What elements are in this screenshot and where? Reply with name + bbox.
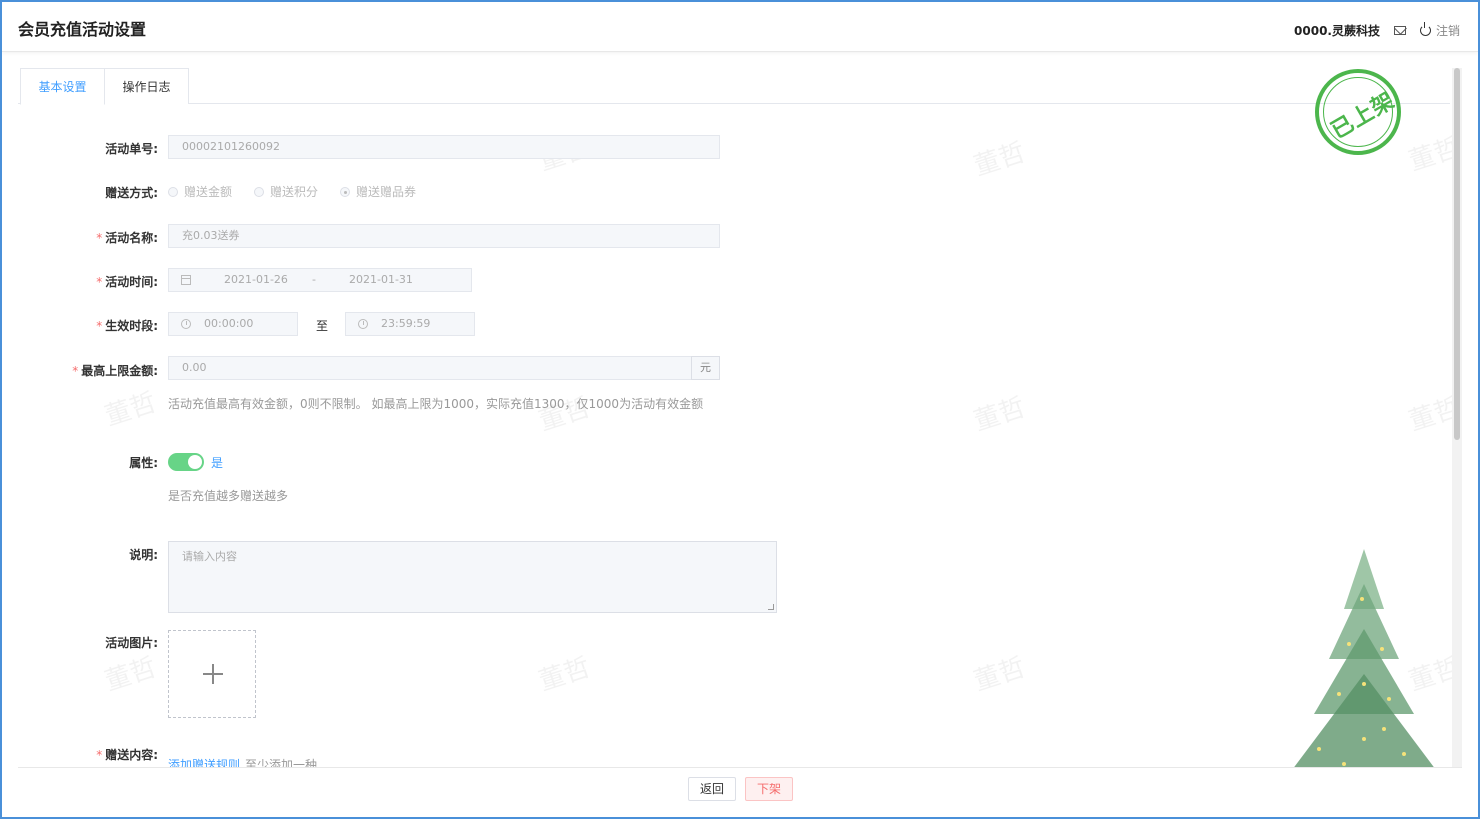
top-header: 会员充值活动设置 0000.灵蕨科技 注销	[2, 2, 1478, 52]
header-actions: 0000.灵蕨科技 注销	[1294, 22, 1460, 39]
max-amount-hint: 活动充值最高有效金额，0则不限制。 如最高上限为1000，实际充值1300，仅1…	[168, 397, 704, 411]
end-time-picker[interactable]: 23:59:59	[345, 312, 475, 336]
required-mark: *	[96, 319, 103, 333]
app-window: 会员充值活动设置 0000.灵蕨科技 注销 董哲 董哲 董哲 董哲 董哲 董哲 …	[0, 0, 1480, 819]
activity-time-label: * 活动时间:	[96, 275, 158, 289]
company-name: 0000.灵蕨科技	[1294, 24, 1380, 38]
effective-period-label: * 生效时段:	[96, 319, 158, 333]
main-content: 董哲 董哲 董哲 董哲 董哲 董哲 董哲 董哲 董哲 董哲 董哲 基本设置 操作…	[18, 64, 1462, 767]
attribute-toggle[interactable]	[168, 453, 204, 471]
gift-method-label: 赠送方式:	[105, 186, 158, 200]
tab-operation-log[interactable]: 操作日志	[104, 68, 189, 104]
plus-icon	[203, 664, 223, 684]
currency-unit: 元	[691, 356, 720, 380]
image-upload-button[interactable]	[168, 630, 256, 718]
attribute-hint: 是否充值越多赠送越多	[168, 489, 289, 503]
clock-icon	[181, 319, 191, 329]
back-button[interactable]: 返回	[688, 777, 736, 801]
date-start: 2021-01-26	[224, 273, 288, 286]
radio-circle-icon	[254, 186, 265, 197]
date-separator: -	[312, 273, 316, 286]
max-amount-input[interactable]: 0.00	[168, 356, 692, 380]
take-offline-button[interactable]: 下架	[745, 777, 793, 801]
resize-grip-icon[interactable]	[768, 604, 774, 610]
activity-name-label: * 活动名称:	[96, 231, 158, 245]
page-title: 会员充值活动设置	[18, 20, 147, 39]
max-amount-label: * 最高上限金额:	[72, 364, 158, 378]
scrollbar-thumb[interactable]	[1454, 68, 1460, 440]
watermark: 董哲	[970, 652, 1030, 698]
date-end: 2021-01-31	[349, 273, 413, 286]
christmas-tree-decoration	[1294, 549, 1434, 767]
time-range-separator: 至	[316, 319, 329, 333]
required-mark: *	[96, 748, 103, 762]
required-mark: *	[96, 275, 103, 289]
logout-label: 注销	[1435, 24, 1460, 38]
clock-icon	[358, 319, 368, 329]
logout-button[interactable]: 注销	[1419, 22, 1460, 39]
activity-image-label: 活动图片:	[105, 636, 158, 650]
gift-content-hint: 至少添加一种	[245, 758, 318, 767]
activity-date-range-picker[interactable]: 2021-01-26 - 2021-01-31	[168, 268, 472, 292]
radio-checked-icon	[340, 186, 351, 197]
attribute-label: 属性:	[129, 456, 158, 470]
tab-basic-settings[interactable]: 基本设置	[20, 68, 105, 105]
activity-no-label: 活动单号:	[105, 142, 158, 156]
radio-gift-points[interactable]: 赠送积分	[254, 183, 318, 200]
vertical-scrollbar[interactable]	[1452, 68, 1462, 767]
description-placeholder: 请输入内容	[182, 550, 237, 563]
tab-bar: 基本设置 操作日志	[18, 68, 1450, 105]
watermark: 董哲	[970, 392, 1030, 438]
activity-no-input[interactable]: 00002101260092	[168, 135, 720, 159]
watermark: 董哲	[101, 652, 161, 698]
required-mark: *	[96, 231, 103, 245]
add-gift-rule-link[interactable]: 添加赠送规则	[168, 756, 240, 767]
watermark: 董哲	[970, 137, 1030, 183]
power-icon	[1419, 22, 1431, 36]
gift-content-label: * 赠送内容:	[96, 748, 158, 762]
radio-gift-amount[interactable]: 赠送金额	[168, 183, 232, 200]
attribute-toggle-text: 是	[211, 456, 224, 470]
mail-icon[interactable]	[1393, 26, 1406, 35]
status-stamp: 已上架	[1315, 69, 1401, 155]
description-label: 说明:	[129, 548, 158, 562]
footer-actions: 返回 下架	[18, 767, 1462, 817]
radio-gift-coupon[interactable]: 赠送赠品券	[340, 183, 416, 200]
watermark: 董哲	[101, 387, 161, 433]
required-mark: *	[72, 364, 79, 378]
start-time-picker[interactable]: 00:00:00	[168, 312, 298, 336]
activity-name-input[interactable]: 充0.03送券	[168, 224, 720, 248]
gift-method-radio-group: 赠送金额 赠送积分 赠送赠品券	[168, 183, 416, 200]
calendar-icon	[181, 275, 191, 285]
description-textarea[interactable]: 请输入内容	[168, 541, 777, 613]
radio-circle-icon	[168, 186, 178, 197]
watermark: 董哲	[535, 652, 595, 698]
